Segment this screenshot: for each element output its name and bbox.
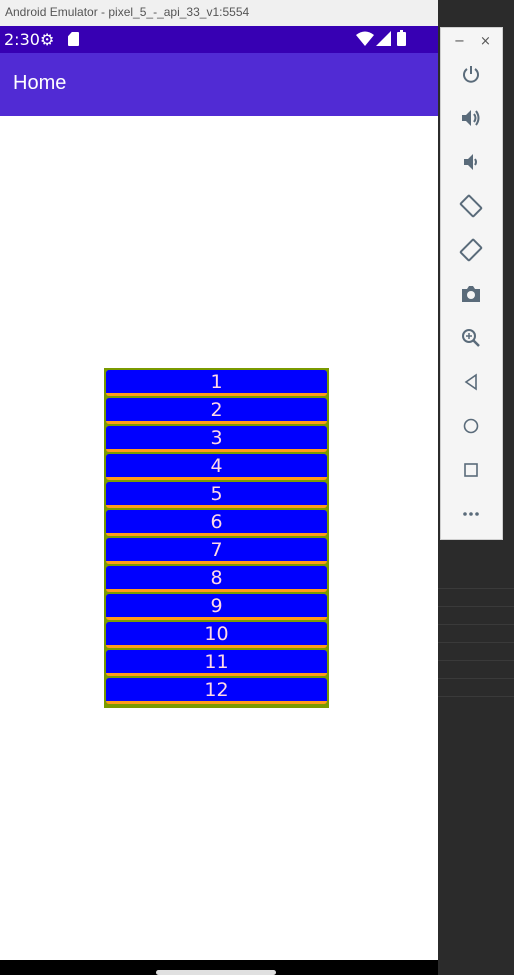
minimize-button[interactable]: − (454, 34, 465, 49)
volume-down-icon (464, 154, 477, 170)
gesture-handle[interactable] (156, 970, 276, 975)
rotate-left-button[interactable] (457, 192, 485, 220)
list-item[interactable]: 10 (106, 622, 327, 648)
list-item[interactable]: 9 (106, 594, 327, 620)
home-icon (463, 418, 479, 434)
rotate-left-icon (459, 194, 483, 218)
volume-up-icon (462, 110, 480, 126)
rotate-right-button[interactable] (457, 236, 485, 264)
battery-icon (397, 30, 406, 46)
list-item[interactable]: 2 (106, 398, 327, 424)
list-item[interactable]: 7 (106, 538, 327, 564)
list-item[interactable]: 1 (106, 370, 327, 396)
overview-icon (464, 463, 478, 477)
page-title: Home (13, 72, 67, 94)
list-item[interactable]: 6 (106, 510, 327, 536)
android-status-bar: 2:30 ⚙ (0, 26, 438, 53)
list-item[interactable]: 8 (106, 566, 327, 592)
status-time: 2:30 (4, 30, 40, 49)
wifi-icon (356, 31, 374, 46)
signal-icon (376, 31, 391, 46)
back-icon (464, 373, 477, 391)
zoom-icon (462, 329, 480, 347)
more-button[interactable] (457, 500, 485, 528)
list-item[interactable]: 11 (106, 650, 327, 676)
rotate-right-icon (459, 238, 483, 262)
back-button[interactable] (457, 368, 485, 396)
list-item[interactable]: 4 (106, 454, 327, 480)
power-icon (463, 66, 479, 83)
settings-gear-icon: ⚙ (40, 30, 55, 49)
sd-card-icon (68, 32, 79, 46)
home-button[interactable] (457, 412, 485, 440)
zoom-button[interactable] (457, 324, 485, 352)
list-item[interactable]: 5 (106, 482, 327, 508)
emulator-sidebar: − × (440, 27, 503, 540)
window-title: Android Emulator - pixel_5_-_api_33_v1:5… (0, 0, 438, 26)
list-item[interactable]: 12 (106, 678, 327, 704)
close-button[interactable]: × (480, 34, 491, 49)
more-icon (463, 512, 479, 516)
app-bar: Home (0, 53, 438, 116)
emulator-window: Android Emulator - pixel_5_-_api_33_v1:5… (0, 0, 438, 975)
navigation-bar (0, 960, 438, 975)
list-item[interactable]: 3 (106, 426, 327, 452)
overview-button[interactable] (457, 456, 485, 484)
screen: Android Emulator - pixel_5_-_api_33_v1:5… (0, 0, 514, 975)
camera-icon (462, 286, 480, 302)
power-button[interactable] (457, 60, 485, 88)
number-list: 1 2 3 4 5 6 7 8 9 10 11 12 (104, 368, 329, 708)
volume-up-button[interactable] (457, 104, 485, 132)
screenshot-button[interactable] (457, 280, 485, 308)
volume-down-button[interactable] (457, 148, 485, 176)
